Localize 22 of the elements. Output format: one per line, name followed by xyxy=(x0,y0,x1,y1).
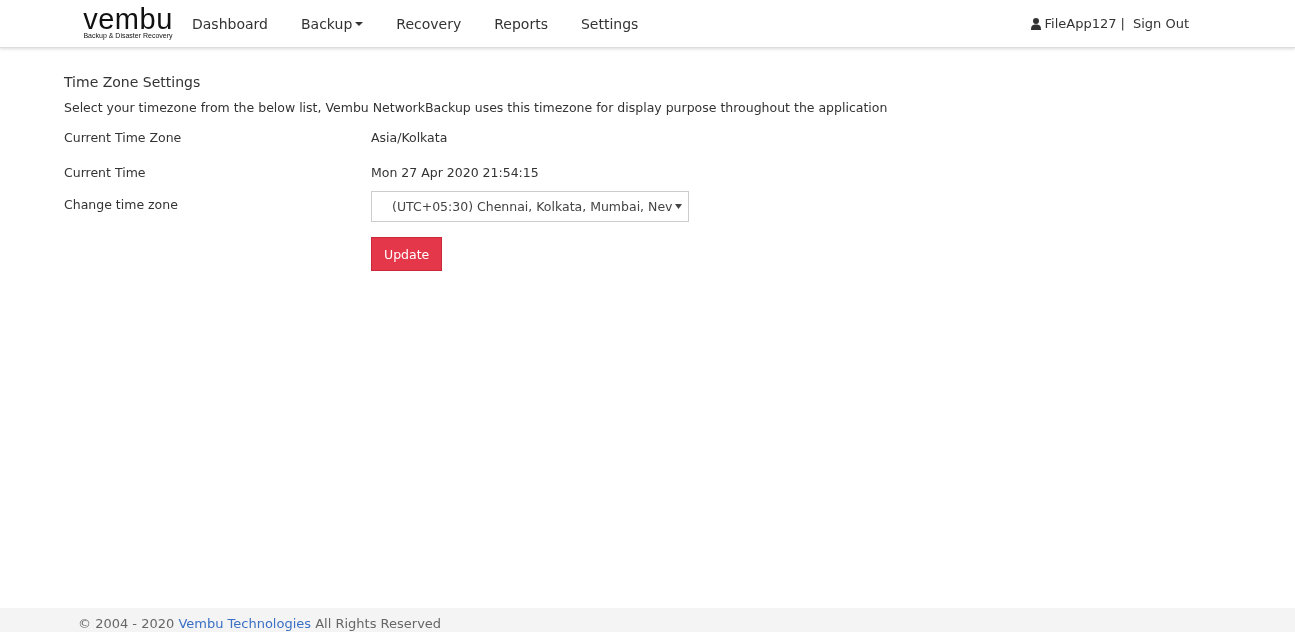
nav-link[interactable]: Recovery xyxy=(396,15,462,32)
section-description: Select your timezone from the below list, Vembu NetworkBackup uses this timezone for display purpose throughout the application xyxy=(64,100,889,115)
user-icon xyxy=(1030,17,1041,30)
username: FileApp127 xyxy=(1044,16,1117,31)
section-title: Time Zone Settings xyxy=(64,74,202,90)
dropdown-arrow-icon xyxy=(675,204,682,209)
field-label: Current Time xyxy=(64,164,147,180)
timezone-dropdown[interactable]: (UTC+05:30) Chennai, Kolkata, Mumbai, Nev xyxy=(371,191,689,222)
caret-icon xyxy=(355,21,364,26)
field-label: Current Time Zone xyxy=(64,129,183,145)
nav-link[interactable]: Backup xyxy=(300,15,364,32)
separator: | xyxy=(1120,16,1125,31)
sign-out-link[interactable]: Sign Out xyxy=(1132,16,1189,31)
nav-link[interactable]: Dashboard xyxy=(192,15,268,32)
copyright-text: © 2004 - 2020 Vembu Technologies All Rights Reserved xyxy=(78,615,442,632)
update-button[interactable]: Update xyxy=(371,237,443,271)
field-value: Asia/Kolkata xyxy=(371,129,448,145)
field-label: Change time zone xyxy=(64,196,179,212)
company-link[interactable]: Vembu Technologies xyxy=(178,616,312,631)
nav-link[interactable]: Settings xyxy=(580,15,639,32)
nav-link[interactable]: Reports xyxy=(494,15,548,32)
field-value: Mon 27 Apr 2020 21:54:15 xyxy=(371,164,539,180)
